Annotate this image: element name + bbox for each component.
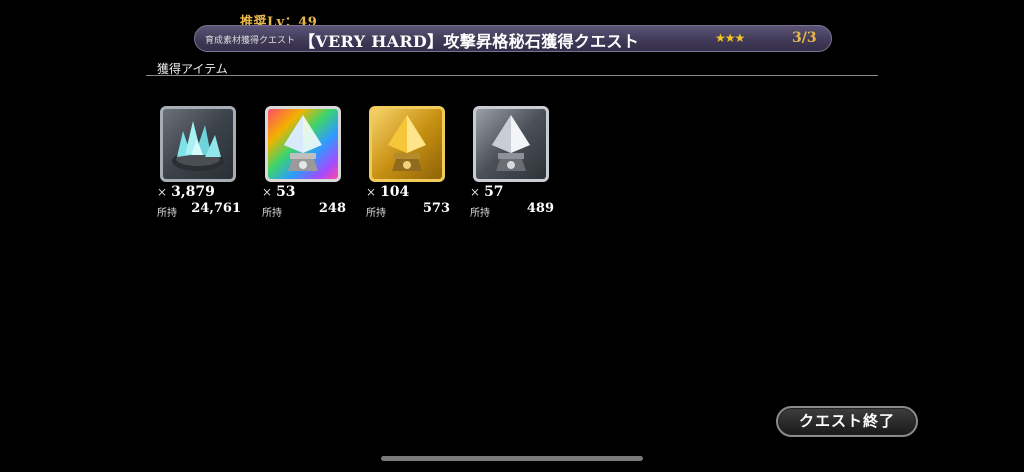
item-quantity: × 104 xyxy=(366,184,410,200)
owned-value: 489 xyxy=(526,201,554,216)
silver-promotion-stone-icon xyxy=(473,106,549,182)
item-quantity: × 57 xyxy=(470,184,504,200)
owned-value: 24,761 xyxy=(191,201,241,216)
quest-title: 【VERY HARD】攻撃昇格秘石獲得クエスト xyxy=(299,32,640,51)
reward-item[interactable]: × 57 所持 489 xyxy=(470,106,554,219)
section-divider xyxy=(146,75,878,76)
gold-promotion-stone-icon xyxy=(369,106,445,182)
quest-result-screen: 推奨Lv：49 育成素材獲得クエスト 【VERY HARD】攻撃昇格秘石獲得クエ… xyxy=(0,0,1024,472)
reward-item[interactable]: × 104 所持 573 xyxy=(366,106,450,219)
star-rating: ★★★ xyxy=(715,31,745,45)
reward-item[interactable]: × 53 所持 248 xyxy=(262,106,346,219)
owned-value: 248 xyxy=(318,201,346,216)
reward-item[interactable]: × 3,879 所持 24,761 xyxy=(157,106,241,219)
owned-value: 573 xyxy=(422,201,450,216)
owned-label: 所持 xyxy=(262,208,282,219)
item-quantity: × 53 xyxy=(262,184,296,200)
owned-label: 所持 xyxy=(157,208,177,219)
quest-progress: 3/3 xyxy=(792,30,817,46)
owned-label: 所持 xyxy=(366,208,386,219)
quest-banner: 育成素材獲得クエスト 【VERY HARD】攻撃昇格秘石獲得クエスト ★★★ 3… xyxy=(194,25,832,52)
item-quantity: × 3,879 xyxy=(157,184,215,200)
crystal-ore-icon xyxy=(160,106,236,182)
end-quest-button[interactable]: クエスト終了 xyxy=(776,406,918,437)
home-indicator[interactable] xyxy=(381,456,643,461)
rainbow-promotion-stone-icon xyxy=(265,106,341,182)
quest-category: 育成素材獲得クエスト xyxy=(205,36,296,46)
owned-label: 所持 xyxy=(470,208,490,219)
